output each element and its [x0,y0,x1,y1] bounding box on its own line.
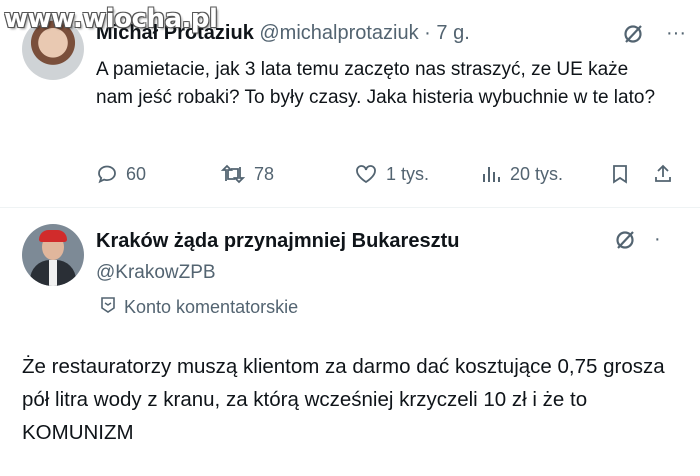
more-options-icon[interactable]: · [654,228,661,251]
share-button[interactable] [652,163,674,185]
avatar[interactable] [22,224,84,286]
views-button[interactable]: 20 tys. [480,163,563,185]
views-icon [480,163,502,185]
reply-icon [96,163,118,185]
share-icon [652,163,674,185]
commentator-badge[interactable]: Konto komentatorskie [100,296,298,319]
tweet-top-actions: ··· [622,22,686,45]
heart-icon [354,163,378,185]
reply-count: 60 [126,163,147,184]
tweet-text: A pamietacie, jak 3 lata temu zaczęto na… [96,59,656,108]
tweet-top-actions: · [614,228,661,251]
tweet-actions: 60 78 1 tys. 20 tys. [96,163,676,189]
like-count: 1 tys. [386,163,430,184]
badge-label: Konto komentatorskie [124,297,299,317]
author-handle[interactable]: @KrakowZPB [96,262,216,284]
bookmark-button[interactable] [610,163,630,185]
divider [0,207,700,208]
grok-icon[interactable] [614,229,636,251]
retweet-count: 78 [254,163,275,184]
reply-button[interactable]: 60 [96,163,146,185]
handle-and-time[interactable]: @michalprotaziuk · 7 g. [259,22,469,44]
watermark: www.wiocha.pl [4,4,218,34]
grok-icon[interactable] [622,23,644,45]
more-options-icon[interactable]: ··· [666,22,686,45]
tweet-text: Że restauratorzy muszą klientom za darmo… [22,355,665,444]
views-count: 20 tys. [510,163,564,184]
like-button[interactable]: 1 tys. [354,163,429,185]
retweet-icon [220,163,246,185]
retweet-button[interactable]: 78 [220,163,274,185]
bookmark-icon [610,163,630,185]
author-name[interactable]: Kraków żąda przynajmniej Bukaresztu [96,230,459,253]
badge-icon [100,296,116,319]
